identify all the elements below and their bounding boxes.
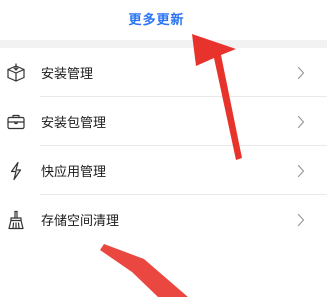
chevron-right-icon bbox=[297, 212, 305, 227]
annotation-arrow-bottom bbox=[100, 244, 188, 297]
menu-item-storage-cleanup[interactable]: 存储空间清理 bbox=[0, 195, 327, 244]
lightning-icon bbox=[6, 161, 26, 181]
chevron-right-icon bbox=[297, 163, 305, 178]
menu-item-quick-app-management[interactable]: 快应用管理 bbox=[0, 146, 327, 195]
menu-item-label: 快应用管理 bbox=[41, 165, 107, 180]
chevron-right-icon bbox=[297, 65, 305, 80]
menu-item-label: 存储空间清理 bbox=[41, 214, 120, 229]
broom-icon bbox=[6, 210, 26, 230]
section-divider bbox=[0, 40, 327, 48]
menu-item-label: 安装包管理 bbox=[41, 116, 107, 131]
menu-item-install-management[interactable]: 安装管理 bbox=[0, 48, 327, 97]
briefcase-icon bbox=[6, 112, 26, 132]
menu-item-package-management[interactable]: 安装包管理 bbox=[0, 97, 327, 146]
box-download-icon bbox=[6, 63, 26, 83]
settings-menu: 安装管理 安装包管理 快应用管理 存储空间清理 bbox=[0, 48, 327, 244]
menu-item-label: 安装管理 bbox=[41, 67, 94, 82]
more-updates-link[interactable]: 更多更新 bbox=[0, 9, 313, 28]
chevron-right-icon bbox=[297, 114, 305, 129]
